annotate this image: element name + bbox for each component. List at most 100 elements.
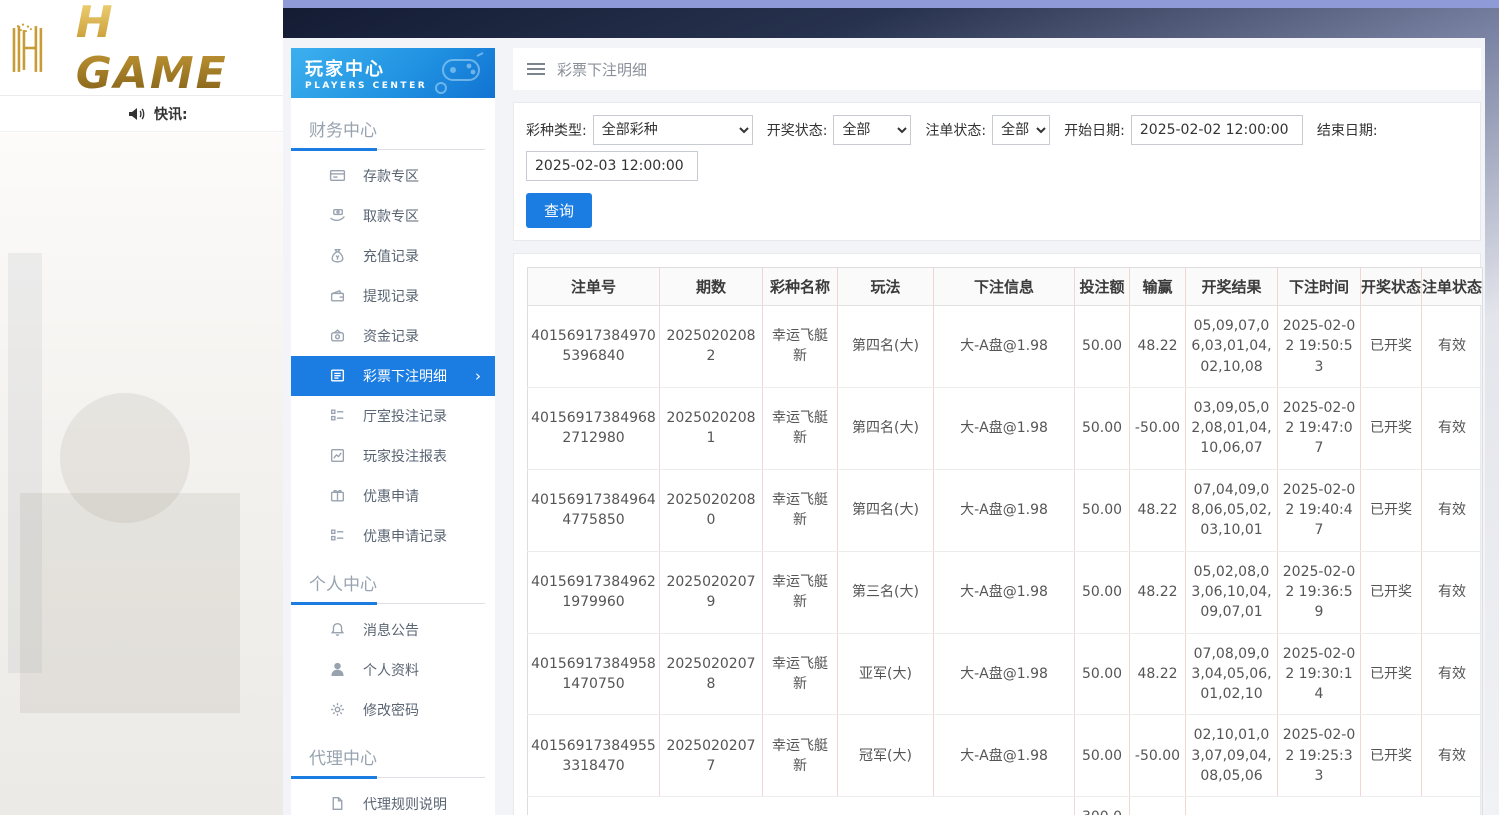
sidebar-item[interactable]: 彩票下注明细 ›	[291, 356, 495, 396]
draw-status-label: 开奖状态:	[766, 123, 828, 139]
background-photo	[0, 133, 283, 815]
sidebar-item-label: 优惠申请记录	[363, 529, 447, 545]
table-cell: 07,04,09,08,06,05,02,03,10,01	[1185, 469, 1278, 552]
table-cell: 2025-02-02 19:40:47	[1277, 469, 1361, 552]
sidebar-item-label: 代理规则说明	[363, 797, 447, 813]
sidebar-item[interactable]: 优惠申请记录	[291, 516, 495, 556]
sidebar-item[interactable]: 消息公告	[291, 610, 495, 650]
news-ticker: 快讯:	[0, 96, 283, 132]
table-cell: 20250202079	[659, 551, 763, 634]
sidebar-item-label: 消息公告	[363, 623, 419, 639]
lottery-bet-icon	[329, 367, 347, 385]
table-cell: 亚军(大)	[837, 633, 934, 716]
order-status-label: 注单状态:	[925, 123, 987, 139]
sidebar-item[interactable]: 个人资料	[291, 650, 495, 690]
table-cell: 401569173849682712980	[527, 387, 660, 470]
news-label: 快讯:	[154, 106, 188, 123]
main-wrapper: 玩家中心 PLAYERS CENTER 财务中心 存款专区 取款专区 充值记录 提现记录…	[283, 0, 1499, 815]
table-cell: 第四名(大)	[837, 469, 934, 552]
sidebar-item[interactable]: 厅室投注记录	[291, 396, 495, 436]
start-date-label: 开始日期:	[1064, 123, 1125, 139]
table-cell: 401569173849705396840	[527, 305, 660, 388]
end-date-input[interactable]	[526, 151, 698, 181]
sidebar-item-label: 个人资料	[363, 663, 419, 679]
logo-stripe-h-icon	[12, 23, 43, 72]
table-cell: 幸运飞艇新	[762, 469, 838, 552]
summary-row-current-page: 当前页统计300.0092.86	[527, 796, 1483, 815]
content: 彩票下注明细 彩种类型: 全部彩种 开奖状态: 全部 注单状态: 全部 开始日期…	[513, 48, 1485, 815]
table-row: 401569173849644775850 20250202080 幸运飞艇新 第四名…	[527, 469, 1483, 552]
sidebar-item[interactable]: 代理规则说明	[291, 784, 495, 815]
password-icon	[329, 701, 347, 719]
end-date-label: 结束日期:	[1316, 123, 1378, 139]
table-cell: 05,09,07,06,03,01,04,02,10,08	[1185, 305, 1278, 388]
column-header: 下注信息	[933, 267, 1075, 306]
breadcrumb: 彩票下注明细	[513, 48, 1481, 90]
table-cell: 已开奖	[1360, 469, 1422, 552]
player-report-icon	[329, 447, 347, 465]
table-row: 401569173849581470750 20250202078 幸运飞艇新 亚军(…	[527, 633, 1483, 716]
order-status-select[interactable]: 全部	[992, 115, 1051, 145]
logo[interactable]: H GAME	[0, 0, 283, 99]
sidebar-item-label: 修改密码	[363, 703, 419, 719]
page-title: 彩票下注明细	[557, 60, 648, 79]
table-cell: 有效	[1421, 469, 1483, 552]
table-cell: 05,02,08,03,06,10,04,09,07,01	[1185, 551, 1278, 634]
withdraw-icon	[329, 207, 347, 225]
sidebar-section-title: 个人中心	[291, 556, 485, 605]
table-body: 401569173849705396840 20250202082 幸运飞艇新 第四名…	[527, 305, 1483, 815]
summary-label: 当前页统计	[527, 796, 1075, 815]
table-cell: 幸运飞艇新	[762, 551, 838, 634]
sidebar-item[interactable]: 取款专区	[291, 196, 495, 236]
table-row: 401569173849682712980 20250202081 幸运飞艇新 第四名…	[527, 387, 1483, 470]
draw-status-select[interactable]: 全部	[833, 115, 912, 145]
table-cell: 2025-02-02 19:50:53	[1277, 305, 1361, 388]
table-cell: 冠军(大)	[837, 714, 934, 798]
sidebar-item[interactable]: 玩家投注报表	[291, 436, 495, 476]
sidebar-item[interactable]: 修改密码	[291, 690, 495, 730]
table-cell: 20250202080	[659, 469, 763, 552]
table-cell: 401569173849621979960	[527, 551, 660, 634]
table-cell: 2025-02-02 19:47:07	[1277, 387, 1361, 470]
table-cell: 2025-02-02 19:30:14	[1277, 633, 1361, 716]
table-cell: 大-A盘@1.98	[933, 387, 1075, 470]
promo-record-icon	[329, 527, 347, 545]
sidebar-item-label: 优惠申请	[363, 489, 419, 505]
query-button[interactable]: 查询	[526, 193, 593, 228]
sidebar-item[interactable]: 充值记录	[291, 236, 495, 276]
bet-table-panel: 注单号 期数 彩种名称 玩法 下注信息 投注额 输赢 开奖结果 下注时间 开奖状态 注单状态 401…	[513, 253, 1483, 815]
table-cell: 第四名(大)	[837, 387, 934, 470]
table-cell: 50.00	[1074, 305, 1130, 388]
sidebar-item-label: 资金记录	[363, 329, 419, 345]
summary-winloss-total: 92.86	[1129, 796, 1186, 815]
table-cell: 第四名(大)	[837, 305, 934, 388]
table-cell: 02,10,01,03,07,09,04,08,05,06	[1185, 714, 1278, 798]
sidebar-item[interactable]: 存款专区	[291, 156, 495, 196]
column-header: 注单号	[527, 267, 660, 306]
fund-record-icon	[329, 327, 347, 345]
promo-apply-icon	[329, 487, 347, 505]
sidebar-item-label: 厅室投注记录	[363, 409, 447, 425]
table-cell: 有效	[1421, 714, 1483, 798]
sidebar-item-label: 彩票下注明细	[363, 369, 447, 385]
lottery-type-select[interactable]: 全部彩种	[592, 115, 753, 145]
table-cell: 2025-02-02 19:36:59	[1277, 551, 1361, 634]
menu-toggle-icon[interactable]	[527, 63, 545, 75]
lottery-type-label: 彩种类型:	[526, 123, 587, 139]
table-cell: 有效	[1421, 387, 1483, 470]
sidebar-item[interactable]: 提现记录	[291, 276, 495, 316]
table-cell: 大-A盘@1.98	[933, 305, 1075, 388]
table-cell: 48.22	[1129, 469, 1186, 552]
table-header-row: 注单号 期数 彩种名称 玩法 下注信息 投注额 输赢 开奖结果 下注时间 开奖状态 注单状态	[527, 267, 1483, 306]
sidebar-item[interactable]: 优惠申请	[291, 476, 495, 516]
column-header: 下注时间	[1277, 267, 1361, 306]
sidebar-item[interactable]: 资金记录	[291, 316, 495, 356]
inner-panel: 玩家中心 PLAYERS CENTER 财务中心 存款专区 取款专区 充值记录 提现记录…	[283, 38, 1485, 815]
start-date-input[interactable]	[1130, 115, 1303, 145]
sidebar-header: 玩家中心 PLAYERS CENTER	[291, 48, 495, 98]
logo-text: H GAME	[76, 0, 283, 99]
table-cell: -50.00	[1129, 387, 1186, 470]
table-cell: 48.22	[1129, 305, 1186, 388]
table-cell: 幸运飞艇新	[762, 714, 838, 798]
table-cell: 50.00	[1074, 551, 1130, 634]
